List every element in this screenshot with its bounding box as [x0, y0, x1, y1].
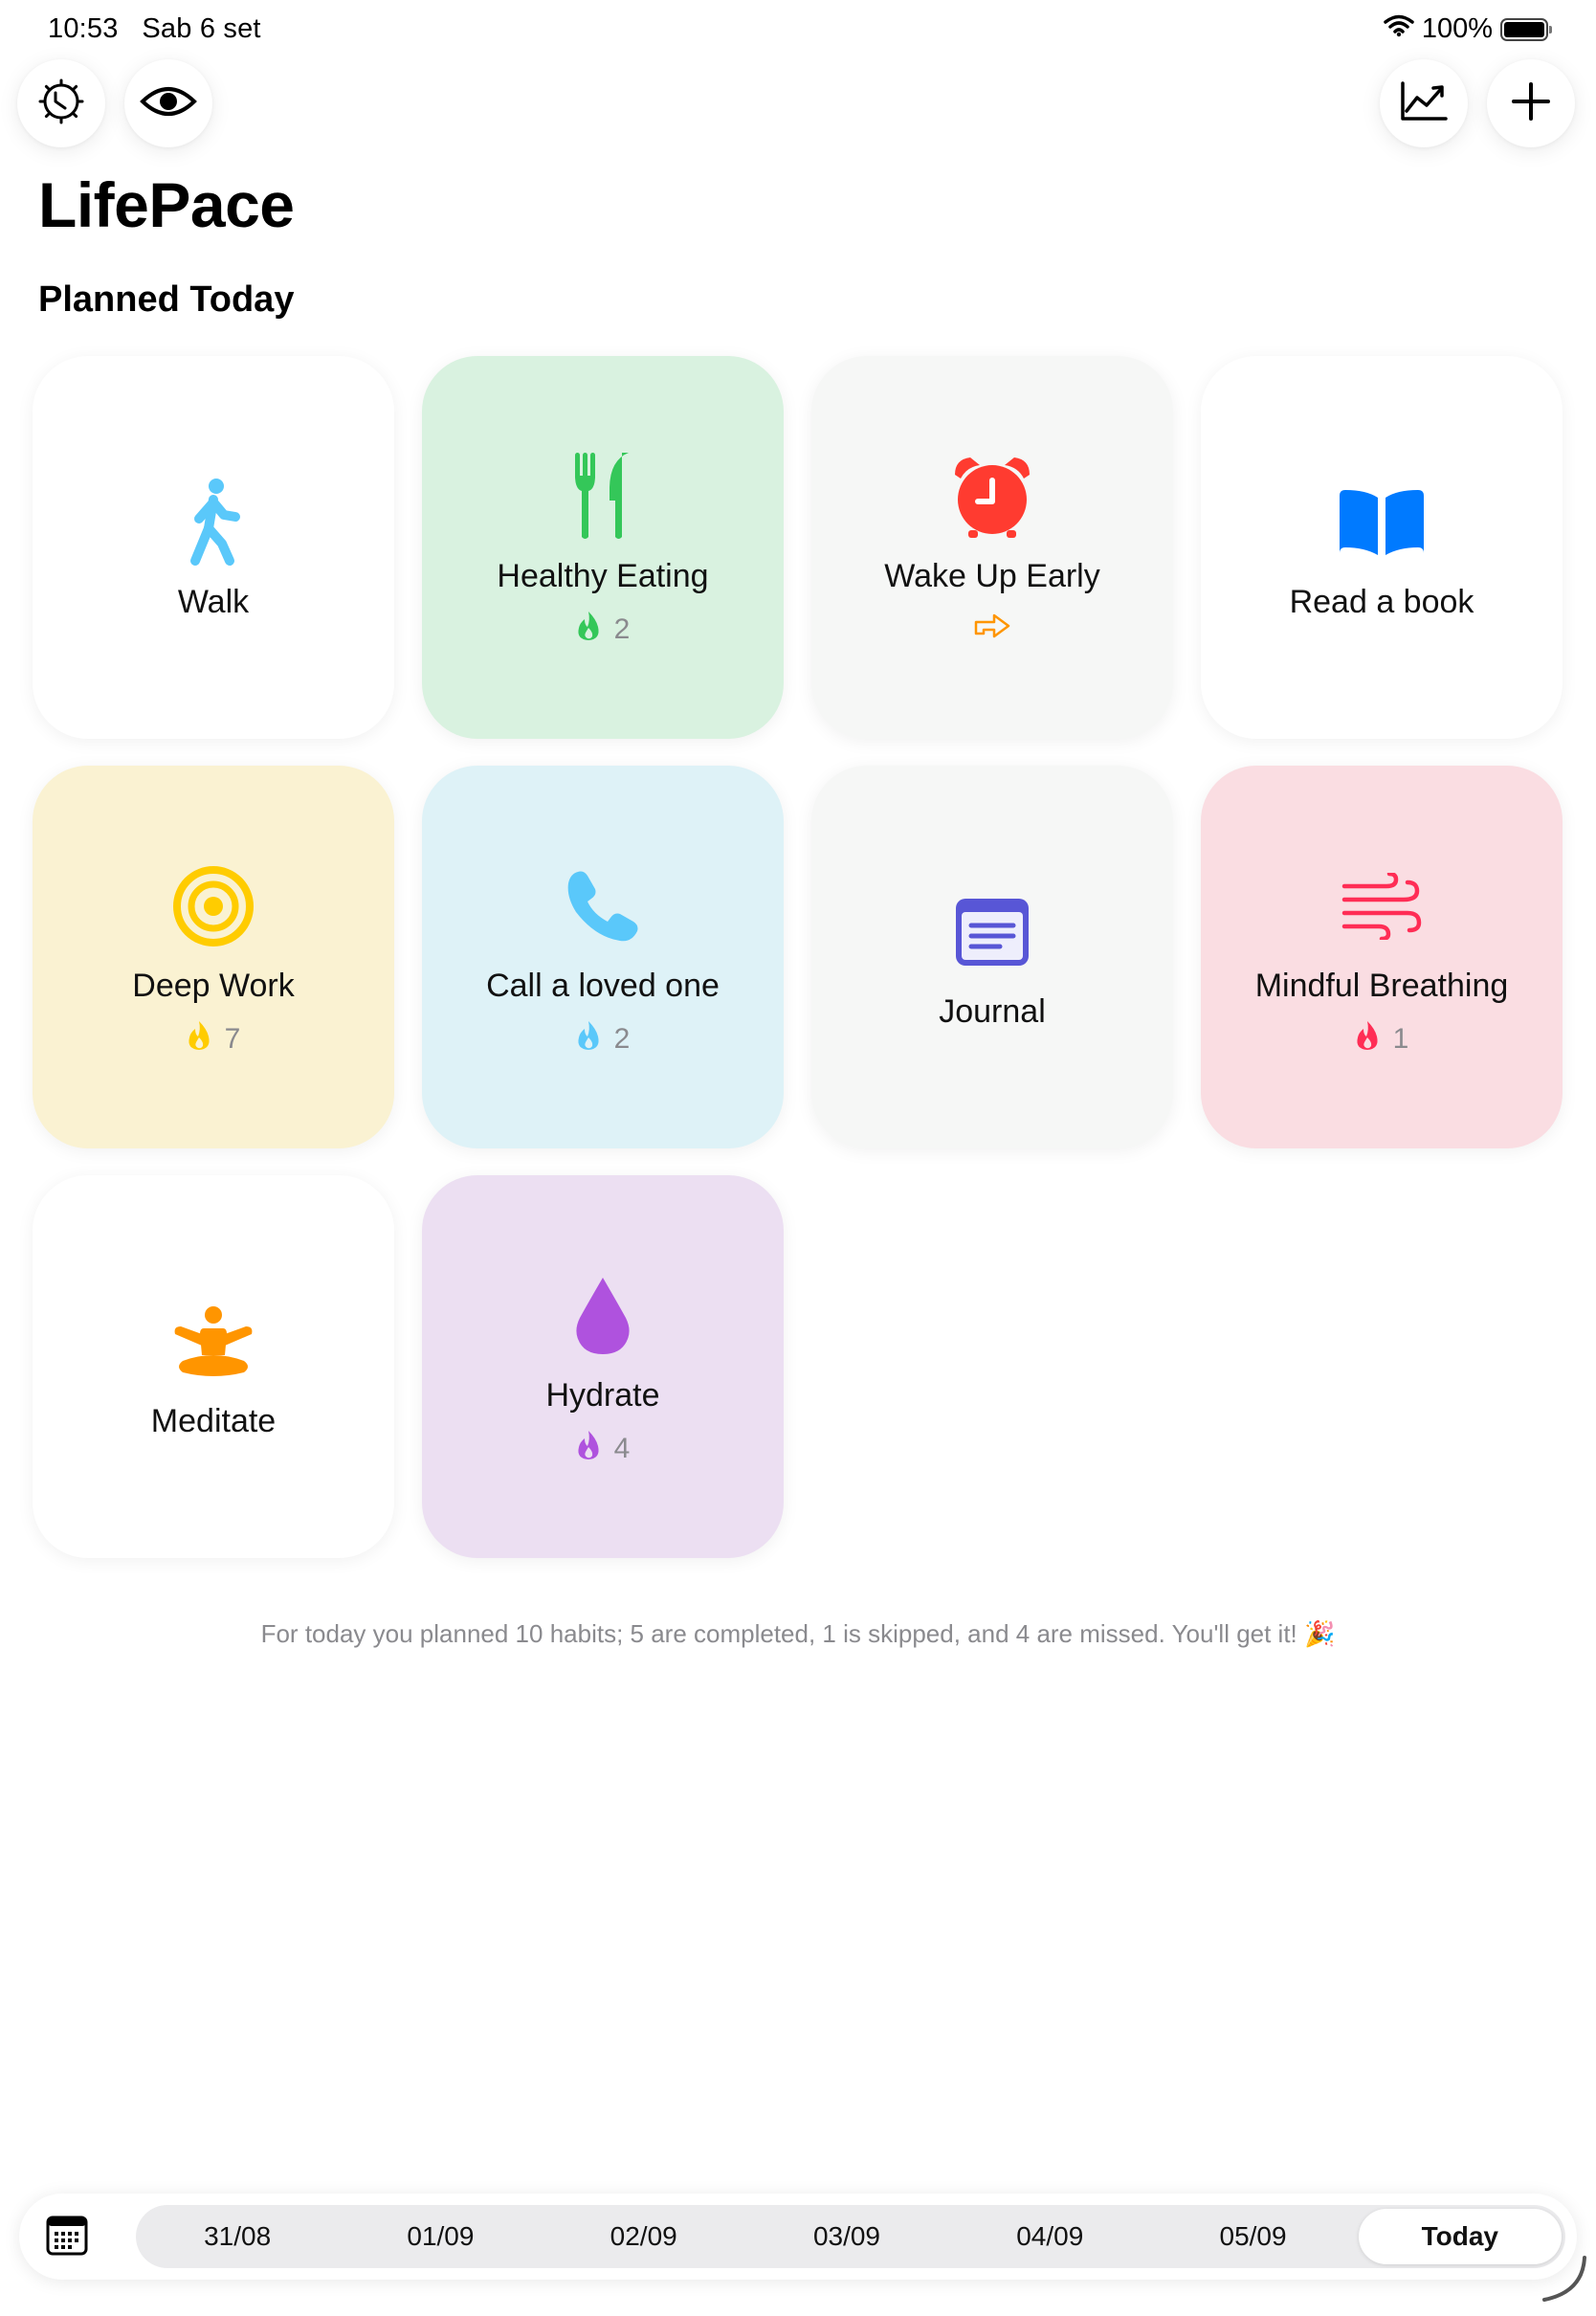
- date-navigation-bar: 31/08 01/09 02/09 03/09 04/09 05/09 Toda…: [19, 2194, 1577, 2280]
- habit-name: Healthy Eating: [497, 557, 709, 594]
- water-drop-icon: [574, 1268, 632, 1364]
- date-item[interactable]: 04/09: [948, 2205, 1151, 2268]
- habit-name: Hydrate: [545, 1376, 660, 1414]
- chart-line-icon: [1399, 80, 1449, 127]
- eye-icon: [140, 82, 197, 125]
- streak-indicator: 2: [576, 1020, 631, 1058]
- flame-icon: [1355, 1020, 1380, 1058]
- habit-card-deep-work[interactable]: Deep Work 7: [33, 766, 394, 1148]
- habit-card-mindful-breathing[interactable]: Mindful Breathing 1: [1201, 766, 1563, 1148]
- fork-knife-icon: [573, 449, 632, 545]
- plus-icon: [1511, 81, 1551, 126]
- skipped-indicator: [973, 612, 1011, 647]
- streak-count: 2: [613, 1022, 631, 1055]
- habit-name: Meditate: [150, 1402, 277, 1439]
- habit-name: Deep Work: [132, 967, 295, 1004]
- wifi-icon: [1384, 13, 1414, 45]
- streak-count: 4: [613, 1432, 631, 1464]
- streak-count: 7: [224, 1022, 241, 1055]
- habit-card-hydrate[interactable]: Hydrate 4: [422, 1175, 784, 1558]
- gear-clock-icon: [36, 77, 86, 131]
- habit-card-healthy-eating[interactable]: Healthy Eating 2: [422, 356, 784, 739]
- calendar-icon: [46, 2214, 88, 2260]
- status-bar-right: 100%: [1384, 13, 1552, 45]
- stats-button[interactable]: [1380, 59, 1468, 147]
- status-date: Sab 6 set: [142, 13, 261, 44]
- date-item[interactable]: 01/09: [339, 2205, 542, 2268]
- book-icon: [1336, 475, 1428, 570]
- skip-arrow-icon: [973, 612, 1011, 647]
- battery-percent: 100%: [1421, 13, 1493, 44]
- section-title: Planned Today: [38, 279, 295, 320]
- streak-count: 2: [613, 612, 631, 645]
- flame-icon: [576, 611, 601, 649]
- target-icon: [172, 858, 255, 954]
- habit-name: Call a loved one: [486, 967, 720, 1004]
- habit-name: Journal: [939, 992, 1046, 1030]
- habit-name: Mindful Breathing: [1254, 967, 1509, 1004]
- wind-icon: [1341, 858, 1423, 954]
- streak-indicator: 7: [187, 1020, 241, 1058]
- calendar-button[interactable]: [44, 2213, 90, 2260]
- date-item-today[interactable]: Today: [1358, 2209, 1562, 2264]
- status-bar-time: 10:53 Sab 6 set: [48, 13, 261, 45]
- battery-icon: [1500, 17, 1552, 41]
- journal-icon: [954, 884, 1031, 980]
- streak-indicator: 1: [1355, 1020, 1409, 1058]
- streak-indicator: 4: [576, 1430, 631, 1468]
- alarm-clock-icon: [951, 449, 1033, 545]
- date-item[interactable]: 05/09: [1151, 2205, 1354, 2268]
- settings-button[interactable]: [17, 59, 105, 147]
- date-item[interactable]: 02/09: [543, 2205, 745, 2268]
- streak-indicator: 2: [576, 611, 631, 649]
- flame-icon: [187, 1020, 211, 1058]
- habit-name: Wake Up Early: [884, 557, 1100, 594]
- date-picker-strip: 31/08 01/09 02/09 03/09 04/09 05/09 Toda…: [136, 2205, 1565, 2268]
- habit-card-meditate[interactable]: Meditate: [33, 1175, 394, 1558]
- date-item[interactable]: 31/08: [136, 2205, 339, 2268]
- visibility-button[interactable]: [124, 59, 212, 147]
- habit-name: Read a book: [1289, 583, 1474, 620]
- phone-icon: [565, 858, 641, 954]
- walking-figure-icon: [180, 475, 247, 570]
- habit-card-journal[interactable]: Journal: [811, 766, 1173, 1148]
- habit-card-wake-up-early[interactable]: Wake Up Early: [811, 356, 1173, 739]
- flame-icon: [576, 1430, 601, 1468]
- add-habit-button[interactable]: [1487, 59, 1575, 147]
- app-title: LifePace: [38, 169, 295, 240]
- resize-handle[interactable]: [1539, 2254, 1588, 2308]
- habit-card-call-a-loved-one[interactable]: Call a loved one 2: [422, 766, 784, 1148]
- streak-count: 1: [1392, 1022, 1409, 1055]
- habit-card-read-a-book[interactable]: Read a book: [1201, 356, 1563, 739]
- status-time: 10:53: [48, 13, 119, 44]
- daily-summary: For today you planned 10 habits; 5 are c…: [260, 1619, 1336, 1648]
- date-item[interactable]: 03/09: [745, 2205, 948, 2268]
- habit-card-walk[interactable]: Walk: [33, 356, 394, 739]
- meditation-figure-icon: [169, 1294, 257, 1390]
- flame-icon: [576, 1020, 601, 1058]
- habit-name: Walk: [177, 583, 250, 620]
